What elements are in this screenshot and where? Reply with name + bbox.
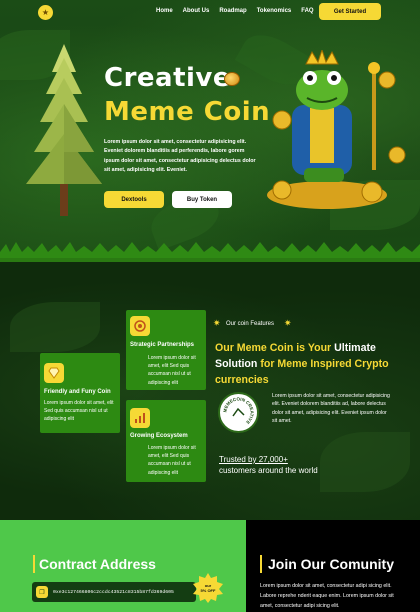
coin-icon xyxy=(224,72,240,86)
hero-section: ★ Home About Us Roadmap Tokenomics FAQ G… xyxy=(0,0,420,262)
card-text: Lorem ipsum dolor sit amet, elit Sed qui… xyxy=(148,355,196,386)
leaf-decoration xyxy=(320,432,410,492)
hero-description: Lorem ipsum dolor sit amet, consectetur … xyxy=(104,139,256,174)
nav-link-faq[interactable]: FAQ xyxy=(301,8,313,14)
features-description: Lorem ipsum dolor sit amet, consectetur … xyxy=(272,393,390,425)
frog-king-illustration xyxy=(267,50,406,209)
target-icon xyxy=(130,316,150,336)
discount-sticker-icon: our 5% OFF xyxy=(193,573,223,603)
community-text: Lorem ipsum dolor sit amet, consectetur … xyxy=(260,583,394,609)
trusted-text: Trusted by 27,000+ customers around the … xyxy=(219,455,318,475)
card-text: Lorem ipsum dolor sit amet, elit Sed qui… xyxy=(44,400,114,423)
feature-card: Growing Ecosystem Lorem ipsum dolor sit … xyxy=(126,400,206,482)
card-title: Growing Ecosystem xyxy=(130,433,188,439)
memecoin-badge: MEMECOIN CREATIVE xyxy=(218,392,259,433)
nav-link-about[interactable]: About Us xyxy=(183,8,210,14)
top-navbar: ★ Home About Us Roadmap Tokenomics FAQ G… xyxy=(0,0,420,26)
logo-icon[interactable]: ★ xyxy=(38,5,53,20)
nav-links: Home About Us Roadmap Tokenomics FAQ xyxy=(156,8,314,14)
star-icon: ✷ xyxy=(213,319,221,329)
star-icon: ✷ xyxy=(284,319,292,329)
grass-divider xyxy=(0,242,420,262)
accent-bar xyxy=(260,555,262,573)
feature-card: Strategic Partnerships Lorem ipsum dolor… xyxy=(126,310,206,390)
accent-bar xyxy=(33,555,35,573)
nav-link-home[interactable]: Home xyxy=(156,8,173,14)
contract-title: Contract Address xyxy=(39,556,156,572)
card-title: Friendly and Funy Coin xyxy=(44,389,111,395)
features-heading: Our Meme Coin is Your Ultimate Solution … xyxy=(215,342,389,386)
feature-card: Friendly and Funy Coin Lorem ipsum dolor… xyxy=(40,353,120,433)
nav-link-tokenomics[interactable]: Tokenomics xyxy=(257,8,292,14)
card-text: Lorem ipsum dolor sit amet, elit Sed qui… xyxy=(148,445,196,476)
contract-address: 0xe3c127466806c2ccdc43521c8315b87fd369d6… xyxy=(53,589,174,595)
diamond-icon xyxy=(44,363,64,383)
hero-title-line2: Meme Coin xyxy=(104,97,271,127)
svg-text:5% OFF: 5% OFF xyxy=(201,588,216,593)
section-tag: Our coin Features xyxy=(226,321,275,327)
pine-tree-illustration xyxy=(26,44,102,216)
hero-title-line1: Creative xyxy=(104,63,232,93)
copy-icon[interactable]: ❐ xyxy=(36,586,48,598)
leaf-decoration xyxy=(10,302,100,352)
community-title: Join Our Comunity xyxy=(268,556,394,572)
dextools-button[interactable]: Dextools xyxy=(104,191,164,208)
growth-icon xyxy=(130,408,150,428)
buy-token-button[interactable]: Buy Token xyxy=(172,191,232,208)
get-started-button[interactable]: Get Started xyxy=(319,3,381,20)
contract-address-box[interactable]: ❐ 0xe3c127466806c2ccdc43521c8315b87fd369… xyxy=(32,582,196,602)
nav-link-roadmap[interactable]: Roadmap xyxy=(219,8,246,14)
svg-text:MEMECOIN CREATIVE: MEMECOIN CREATIVE xyxy=(222,396,254,425)
card-title: Strategic Partnerships xyxy=(130,342,195,348)
